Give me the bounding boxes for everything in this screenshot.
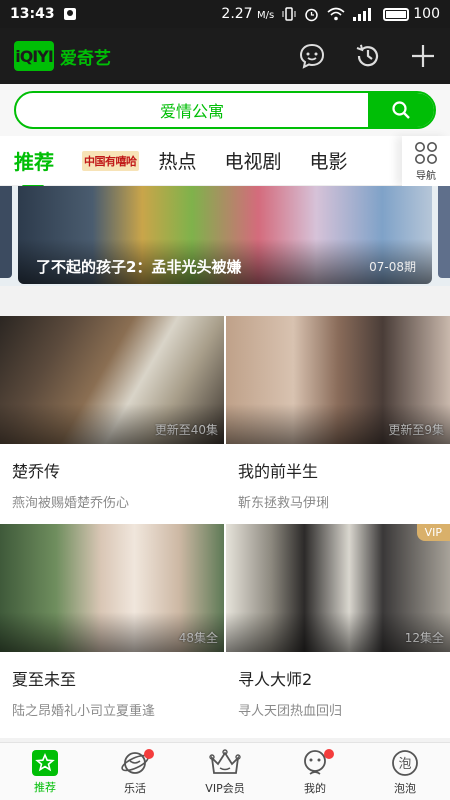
bottom-tab-label: 推荐 [34,780,56,794]
banner-title: 了不起的孩子2：孟非光头被嫌 [36,258,242,276]
video-card[interactable]: 更新至9集 我的前半生 靳东拯救马伊琍 [226,316,450,511]
bottom-tab-vip[interactable]: VIP会员 [180,743,270,800]
network-speed: 2.27 M/s [221,6,275,22]
search-button[interactable] [368,93,434,127]
episode-badge: 更新至40集 [154,423,218,437]
video-title: 夏至未至 [12,670,77,689]
episode-badge: 48集全 [178,631,218,645]
tab-tv-series[interactable]: 电视剧 [225,147,282,174]
video-subtitle: 陆之昂婚礼小司立夏重逢 [12,704,156,719]
battery-indicator: 100 [383,6,440,22]
search-bar: 爱情公寓 [0,84,450,136]
history-icon[interactable] [354,42,382,70]
status-bar: 13:43 2.27 M/s 100 [0,0,450,28]
paopao-icon: 泡 [392,749,418,776]
banner-next-peek [438,186,450,278]
video-title: 寻人大师2 [238,670,313,689]
iqiyi-logo-mark: iQIYI [14,41,54,71]
bottom-tab-mine[interactable]: 我的 [270,743,360,800]
vip-badge: VIP [416,524,450,541]
battery-icon [383,7,410,21]
search-input[interactable]: 爱情公寓 [14,91,436,129]
navigation-label: 导航 [416,170,436,182]
tab-hot[interactable]: 热点 [159,147,197,174]
status-time: 13:43 [10,6,55,22]
plus-icon[interactable] [410,43,436,69]
navigation-menu-button[interactable]: 导航 [402,136,450,186]
notification-icon [63,8,76,20]
bottom-tab-label: 乐活 [124,781,146,795]
video-thumbnail: VIP 12集全 [226,524,450,652]
chat-bubble-icon[interactable] [298,42,326,70]
signal-icon [353,8,372,21]
video-thumbnail: 更新至40集 [0,316,224,444]
banner-period: 07-08期 [369,260,416,274]
section-divider [0,286,450,316]
search-placeholder: 爱情公寓 [159,102,224,121]
alarm-icon [305,8,319,21]
bottom-tab-label: VIP会员 [205,781,245,795]
tab-rap-of-china[interactable]: 中国有嘻哈 [82,150,139,171]
video-card[interactable]: VIP 12集全 寻人大师2 寻人天团热血回归 [226,524,450,719]
notification-dot [324,749,334,759]
search-icon [392,101,410,119]
bottom-tab-recommend[interactable]: 推荐 [0,743,90,800]
bottom-tab-paopao[interactable]: 泡 泡泡 [360,743,450,800]
tab-recommend[interactable]: 推荐 [14,146,54,188]
video-thumbnail: 更新至9集 [226,316,450,444]
episode-badge: 12集全 [404,631,444,645]
notification-dot [144,749,154,759]
banner-prev-peek [0,186,12,278]
grid-icon [415,141,437,164]
episode-badge: 更新至9集 [388,423,444,437]
video-title: 楚乔传 [12,462,61,481]
video-thumbnail: 48集全 [0,524,224,652]
bottom-tab-label: 泡泡 [394,781,416,795]
wifi-icon [327,7,345,21]
crown-icon [209,748,241,774]
bottom-tab-lifestyle[interactable]: 乐活 [90,743,180,800]
star-icon [32,749,58,776]
app-name: 爱奇艺 [60,48,111,69]
svg-text:泡: 泡 [398,757,411,772]
video-grid: 更新至40集 楚乔传 燕洵被赐婚楚乔伤心 更新至9集 我的前半生 靳东拯救马伊琍… [0,316,450,738]
bottom-navigation: 推荐 乐活 VIP会员 我的 泡 泡泡 [0,742,450,800]
bottom-tab-label: 我的 [304,781,326,795]
app-logo[interactable]: iQIYI 爱奇艺 [14,41,111,71]
channel-tabs: 推荐 中国有嘻哈 热点 电视剧 电影 导航 [0,136,450,188]
video-subtitle: 燕洵被赐婚楚乔伤心 [12,496,130,511]
video-subtitle: 靳东拯救马伊琍 [238,496,330,511]
tab-movies[interactable]: 电影 [310,147,348,174]
featured-banner[interactable]: 了不起的孩子2：孟非光头被嫌 07-08期 [0,186,450,286]
video-subtitle: 寻人天团热血回归 [238,704,343,719]
video-card[interactable]: 48集全 夏至未至 陆之昂婚礼小司立夏重逢 [0,524,224,719]
app-header: iQIYI 爱奇艺 [0,28,450,84]
vibrate-icon [282,7,296,21]
video-card[interactable]: 更新至40集 楚乔传 燕洵被赐婚楚乔伤心 [0,316,224,511]
video-title: 我的前半生 [238,462,319,481]
